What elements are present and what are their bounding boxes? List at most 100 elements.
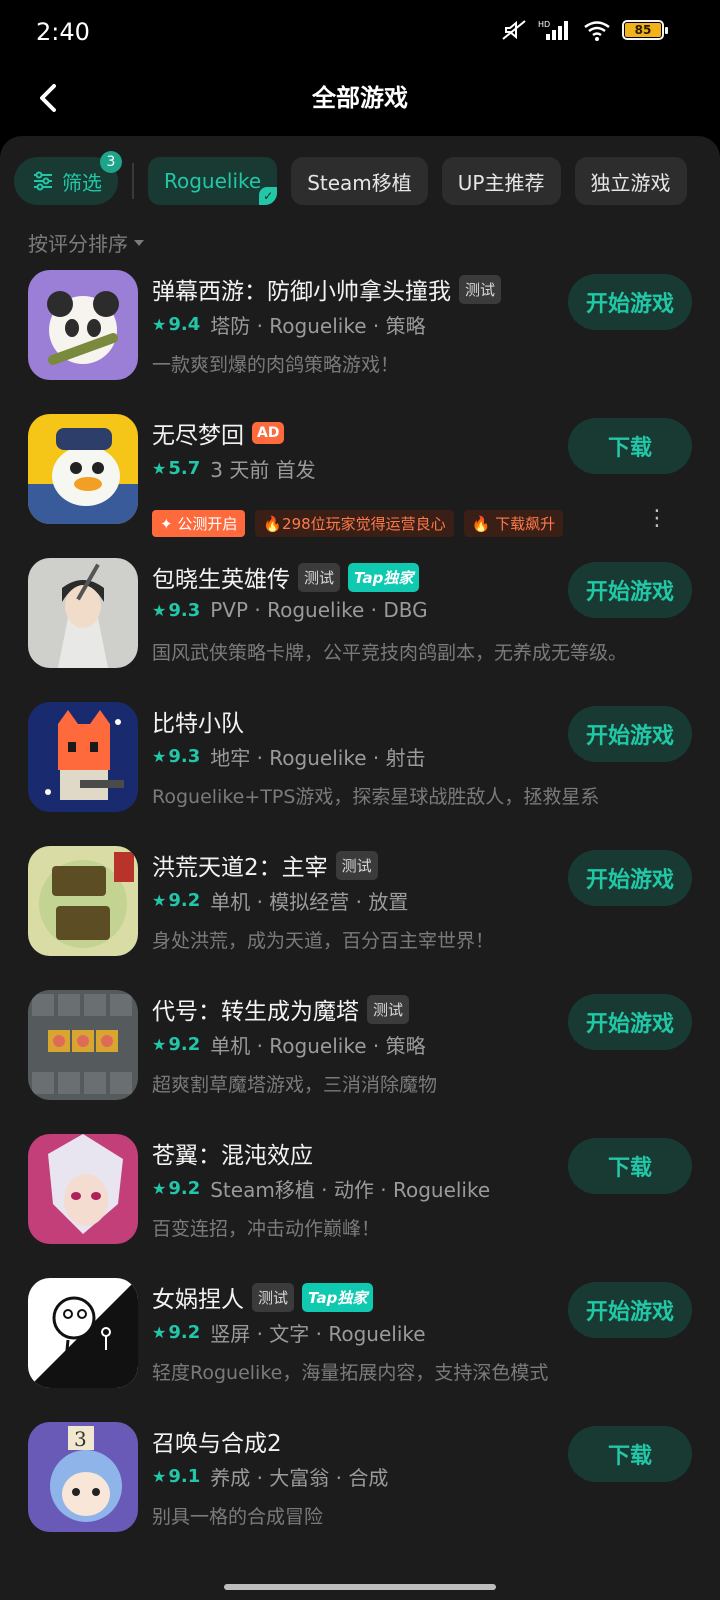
game-name: 比特小队 <box>152 711 244 737</box>
game-name: 包晓生英雄传 <box>152 567 290 593</box>
game-description: 别具一格的合成冒险 <box>152 1506 324 1528</box>
game-icon <box>28 990 138 1100</box>
star-icon: ★ <box>152 459 167 478</box>
play-button[interactable]: 开始游戏 <box>568 706 692 762</box>
game-name: 无尽梦回 <box>152 423 244 449</box>
game-description: 国风武侠策略卡牌，公平竞技肉鸽副本，无养成无等级。 <box>152 642 628 664</box>
list-item[interactable]: 包晓生英雄传 测试 Tap独家 ★ 9.3 PVP · Roguelike · D… <box>0 554 720 698</box>
promo-trending: 🔥 下载飙升 <box>463 510 564 537</box>
genre-tags: 单机 · Roguelike · 策略 <box>210 1034 426 1058</box>
genre-tags: 养成 · 大富翁 · 合成 <box>210 1466 389 1490</box>
list-item[interactable]: 3 召唤与合成2 ★ 9.1 养成 · 大富翁 · 合成 别具一格的合成冒险 下载 <box>0 1418 720 1562</box>
sort-label: 按评分排序 <box>28 232 128 256</box>
tap-exclusive-tag: Tap独家 <box>348 562 420 592</box>
rating: ★ 9.3 <box>152 600 200 621</box>
chip-up-recommend[interactable]: UP主推荐 <box>441 157 561 205</box>
chip-roguelike[interactable]: Roguelike ✓ <box>148 157 278 205</box>
rating-value: 5.7 <box>168 458 201 479</box>
more-options-icon[interactable]: ⋮ <box>646 508 668 530</box>
game-meta: ★ 9.2 单机 · 模拟经营 · 放置 <box>152 886 408 915</box>
star-icon: ★ <box>152 315 167 334</box>
game-name: 苍翼：混沌效应 <box>152 1143 313 1169</box>
game-name: 女娲捏人 <box>152 1287 244 1313</box>
clock: 2:40 <box>36 18 90 46</box>
title-row: 苍翼：混沌效应 <box>152 1136 313 1170</box>
svg-text:3: 3 <box>74 1427 87 1451</box>
game-meta: ★ 9.4 塔防 · Roguelike · 策略 <box>152 310 426 339</box>
promo-players: 🔥298位玩家觉得运营良心 <box>255 510 454 537</box>
game-meta: ★ 9.3 PVP · Roguelike · DBG <box>152 598 428 622</box>
rating: ★ 9.3 <box>152 746 200 767</box>
game-name: 召唤与合成2 <box>152 1431 282 1457</box>
game-description: 一款爽到爆的肉鸽策略游戏！ <box>152 354 400 376</box>
test-tag: 测试 <box>298 562 341 592</box>
wifi-icon <box>584 21 610 41</box>
rating-value: 9.2 <box>168 890 201 911</box>
star-icon: ★ <box>152 1035 167 1054</box>
game-description: Roguelike+TPS游戏，探索星球战胜敌人，拯救星系 <box>152 786 600 808</box>
home-indicator[interactable] <box>224 1584 496 1590</box>
game-icon <box>28 414 138 524</box>
rating-value: 9.3 <box>168 746 201 767</box>
test-tag: 测试 <box>252 1282 295 1312</box>
play-button[interactable]: 开始游戏 <box>568 274 692 330</box>
list-item[interactable]: 女娲捏人 测试 Tap独家 ★ 9.2 竖屏 · 文字 · Roguelike 轻… <box>0 1274 720 1418</box>
title-row: 包晓生英雄传 测试 Tap独家 <box>152 560 420 594</box>
chip-divider <box>132 163 134 199</box>
title-row: 洪荒天道2：主宰 测试 <box>152 848 378 882</box>
promo-open-beta: ✦ 公测开启 <box>152 510 246 537</box>
list-item[interactable]: 洪荒天道2：主宰 测试 ★ 9.2 单机 · 模拟经营 · 放置 身处洪荒，成为天… <box>0 842 720 986</box>
game-list: 弹幕西游：防御小帅拿头撞我 测试 ★ 9.4 塔防 · Roguelike · 策… <box>0 266 720 1562</box>
chip-steam[interactable]: Steam移植 <box>291 157 428 205</box>
rating: ★ 5.7 <box>152 458 200 479</box>
game-icon: 3 <box>28 1422 138 1532</box>
sliders-icon <box>34 171 52 191</box>
battery-icon: 85 <box>622 20 668 40</box>
list-item[interactable]: 代号：转生成为魔塔 测试 ★ 9.2 单机 · Roguelike · 策略 超爽… <box>0 986 720 1130</box>
download-button[interactable]: 下载 <box>568 1138 692 1194</box>
game-description: 轻度Roguelike，海量拓展内容，支持深色模式 <box>152 1362 549 1384</box>
star-icon: ★ <box>152 1323 167 1342</box>
chip-label: UP主推荐 <box>457 170 545 195</box>
title-row: 比特小队 <box>152 704 244 738</box>
genre-tags: 单机 · 模拟经营 · 放置 <box>210 890 409 914</box>
game-description: 身处洪荒，成为天道，百分百主宰世界！ <box>152 930 495 952</box>
filter-button[interactable]: 筛选 3 <box>14 151 122 205</box>
rating: ★ 9.2 <box>152 1178 200 1199</box>
game-meta: ★ 9.2 竖屏 · 文字 · Roguelike <box>152 1318 426 1347</box>
rating-value: 9.2 <box>168 1178 201 1199</box>
list-item[interactable]: 苍翼：混沌效应 ★ 9.2 Steam移植 · 动作 · Roguelike 百变… <box>0 1130 720 1274</box>
test-tag: 测试 <box>335 850 378 880</box>
top-bar: 全部游戏 <box>0 64 720 134</box>
list-item[interactable]: 弹幕西游：防御小帅拿头撞我 测试 ★ 9.4 塔防 · Roguelike · 策… <box>0 266 720 410</box>
game-list-sheet: 筛选 3 Roguelike ✓ Steam移植 UP主推荐 独立游戏 按评分排序… <box>0 136 720 1600</box>
promo-tags: ✦ 公测开启 🔥298位玩家觉得运营良心 🔥 下载飙升 <box>152 510 564 537</box>
list-item[interactable]: 无尽梦回 AD ★ 5.7 3 天前 首发 ✦ 公测开启 🔥298位玩家觉得运营良… <box>0 410 720 554</box>
mute-icon <box>502 20 526 40</box>
genre-tags: 塔防 · Roguelike · 策略 <box>210 314 426 338</box>
genre-tags: 竖屏 · 文字 · Roguelike <box>210 1322 426 1346</box>
download-button[interactable]: 下载 <box>568 1426 692 1482</box>
rating: ★ 9.2 <box>152 890 200 911</box>
list-item[interactable]: 比特小队 ★ 9.3 地牢 · Roguelike · 射击 Roguelike+… <box>0 698 720 842</box>
star-icon: ★ <box>152 1179 167 1198</box>
title-row: 弹幕西游：防御小帅拿头撞我 测试 <box>152 272 502 306</box>
tap-exclusive-tag: Tap独家 <box>302 1282 374 1312</box>
play-button[interactable]: 开始游戏 <box>568 562 692 618</box>
game-icon <box>28 1278 138 1388</box>
play-button[interactable]: 开始游戏 <box>568 1282 692 1338</box>
signal-icon: HD <box>538 20 568 40</box>
download-button[interactable]: 下载 <box>568 418 692 474</box>
chip-label: 独立游戏 <box>590 170 671 195</box>
promo-label: 下载飙升 <box>495 515 556 533</box>
sort-dropdown[interactable]: 按评分排序 <box>28 228 144 257</box>
title-row: 无尽梦回 AD <box>152 416 285 450</box>
play-button[interactable]: 开始游戏 <box>568 850 692 906</box>
filter-chip-bar: 筛选 3 Roguelike ✓ Steam移植 UP主推荐 独立游戏 <box>14 151 687 206</box>
play-button[interactable]: 开始游戏 <box>568 994 692 1050</box>
rating-value: 9.4 <box>168 314 201 335</box>
chip-indie[interactable]: 独立游戏 <box>574 157 687 205</box>
star-icon: ★ <box>152 1467 167 1486</box>
game-icon <box>28 702 138 812</box>
game-meta: ★ 9.2 单机 · Roguelike · 策略 <box>152 1030 426 1059</box>
